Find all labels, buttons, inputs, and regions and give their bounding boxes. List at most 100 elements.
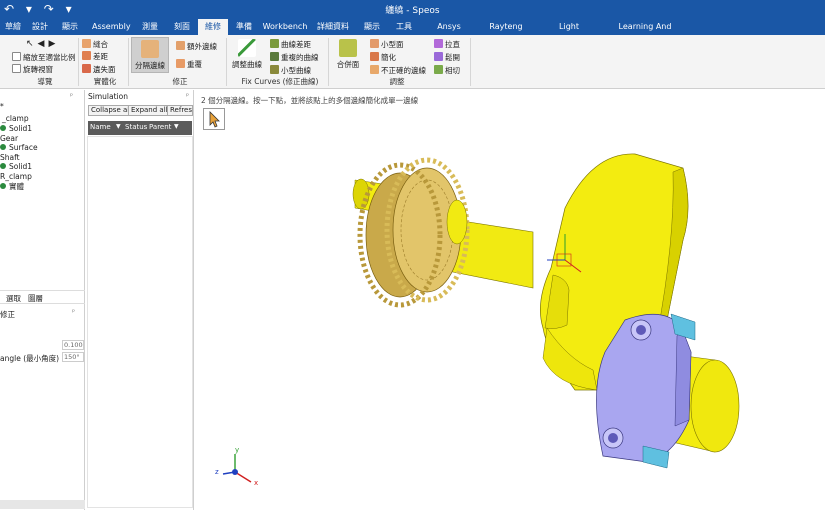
small-curves-icon [270, 65, 279, 74]
tab-facets[interactable]: 刻面 [170, 19, 194, 35]
tab-sketch[interactable]: 草繪 [0, 19, 26, 35]
horizontal-scrollbar[interactable] [0, 500, 85, 509]
group-navigate-label: 導覽 [37, 77, 53, 86]
tree-item-shaft[interactable]: Shaft [0, 153, 20, 162]
curve-gaps-button[interactable]: 曲線差距 [270, 39, 311, 50]
tab-tools[interactable]: 工具 [392, 19, 416, 35]
tab-design[interactable]: 設計 [28, 19, 52, 35]
pin-icon[interactable]: ᵖ [72, 308, 75, 316]
tolerance-input[interactable]: 0.100 [62, 340, 84, 350]
tangency-icon [434, 65, 443, 74]
adjust-curves-button[interactable]: 調整曲線 [230, 39, 264, 70]
simulation-pane: Simulation ᵖ Collapse all Expand all Ref… [86, 90, 194, 510]
sort-icon[interactable]: ▼ [174, 123, 179, 130]
duplicate-curves-icon [270, 52, 279, 61]
relax-button[interactable]: 鬆開 [434, 52, 460, 63]
structure-pane: ᵖ * _clamp Solid1 Gear Surface Shaft Sol… [0, 90, 85, 510]
tree-item-body[interactable]: 實體 [0, 181, 24, 192]
duplicates-icon [176, 59, 185, 68]
tree-item-solid[interactable]: Solid1 [0, 124, 32, 133]
missing-faces-button[interactable]: 遺失面 [82, 64, 116, 75]
axis-y-label: y [235, 446, 240, 454]
simulation-title: Simulation [88, 92, 128, 101]
model-scene [352, 153, 740, 469]
body-icon [0, 183, 6, 189]
tree-item-root[interactable]: * [0, 102, 4, 111]
curve-gaps-icon [270, 39, 279, 48]
fit-label: 縮放至適當比例 [23, 53, 76, 62]
duplicate-curves-button[interactable]: 重複的曲線 [270, 52, 319, 63]
tab-workbench[interactable]: Workbench [262, 19, 308, 35]
small-faces-icon [370, 39, 379, 48]
tree-item-gear[interactable]: Gear [0, 134, 18, 143]
ribbon-divider [78, 38, 79, 86]
relax-icon [434, 52, 443, 61]
gear [357, 157, 470, 308]
tab-display-2[interactable]: 顯示 [360, 19, 384, 35]
merge-faces-button[interactable]: 合併面 [331, 39, 365, 70]
tab-selection[interactable]: 選取 [6, 293, 21, 304]
tab-light-simulation[interactable]: Light Simulation [538, 19, 600, 47]
gaps-button[interactable]: 差距 [82, 51, 108, 62]
nav-arrows-icon[interactable]: ↖◀▶ [26, 39, 59, 49]
tangency-button[interactable]: 相切 [434, 65, 460, 76]
pin-icon[interactable]: ᵖ [186, 92, 189, 100]
view-triad-icon [222, 454, 252, 483]
group-solidify-label: 實體化 [93, 77, 117, 86]
spin-checkbox[interactable]: 旋轉視窗 [12, 64, 53, 75]
tab-prepare[interactable]: 準備 [232, 19, 256, 35]
inexact-edges-button[interactable]: 不正確的邊線 [370, 65, 426, 76]
window-title: 纏繞 - Speos [385, 6, 440, 16]
pin-icon[interactable]: ᵖ [70, 92, 73, 100]
simplify-button[interactable]: 簡化 [370, 52, 396, 63]
tree-item-r-clamp[interactable]: R_clamp [0, 172, 32, 181]
expand-all-button[interactable]: Expand all [128, 105, 171, 116]
tab-ansys-motion[interactable]: Ansys Motion [424, 19, 474, 47]
duplicates-button[interactable]: 重覆 [176, 59, 202, 70]
ribbon-divider [128, 38, 129, 86]
tab-assembly[interactable]: Assembly [92, 19, 131, 35]
min-angle-label: angle (最小角度) [0, 354, 60, 363]
min-angle-input[interactable]: 150° [62, 352, 84, 362]
tree-item-solid-2[interactable]: Solid1 [0, 162, 32, 171]
column-name[interactable]: Name [90, 123, 111, 131]
ribbon-divider [226, 38, 227, 86]
small-curves-button[interactable]: 小型曲線 [270, 65, 311, 76]
small-faces-button[interactable]: 小型面 [370, 39, 404, 50]
tab-learning-support[interactable]: Learning And Support [606, 19, 684, 47]
split-edges-icon [141, 40, 159, 58]
simulation-table-body [87, 136, 193, 508]
straighten-button[interactable]: 拉直 [434, 39, 460, 50]
tree-item-l-clamp[interactable]: _clamp [2, 114, 29, 123]
ribbon-tab-bar: 草繪 設計 顯示 Assembly 測量 刻面 維修 準備 Workbench … [0, 19, 825, 47]
straighten-icon [434, 39, 443, 48]
tab-layers[interactable]: 圖層 [28, 293, 43, 304]
fit-checkbox[interactable]: 縮放至適當比例 [12, 52, 76, 63]
merge-faces-icon [339, 39, 357, 57]
tab-display[interactable]: 顯示 [58, 19, 82, 35]
3d-viewport[interactable]: 2 個分隔邊線。按一下點，並將該點上的多個邊線簡化成單一邊線 y z x [195, 90, 825, 510]
title-bar: ↶ ▾ ↷ ▾ 纏繞 - Speos [0, 0, 825, 19]
refresh-button[interactable]: Refresh [167, 105, 193, 116]
group-adjust-label: 調整 [389, 77, 405, 86]
tab-rayteng-tools[interactable]: Rayteng Tools [482, 19, 530, 47]
adjust-curves-icon [238, 39, 256, 57]
extra-edges-button[interactable]: 額外邊線 [176, 41, 217, 52]
axis-x-label: x [254, 479, 259, 487]
tab-detail[interactable]: 詳細資料 [314, 19, 352, 35]
extra-edges-icon [176, 41, 185, 50]
solid-icon [0, 163, 6, 169]
sort-icon[interactable]: ▼ [116, 123, 121, 130]
tab-measure[interactable]: 測量 [138, 19, 162, 35]
tree-item-surface[interactable]: Surface [0, 143, 38, 152]
stitch-button[interactable]: 縫合 [82, 39, 108, 50]
column-parent[interactable]: Parent [149, 123, 171, 131]
stitch-icon [82, 39, 91, 48]
spin-label: 旋轉視窗 [23, 65, 53, 74]
pane-tabs: 選取 圖層 [0, 290, 85, 304]
ribbon-divider [328, 38, 329, 86]
column-status[interactable]: Status [125, 123, 147, 131]
split-edges-button[interactable]: 分隔邊線 [131, 37, 169, 73]
tab-repair[interactable]: 維修 [198, 19, 228, 35]
missing-faces-icon [82, 64, 91, 73]
